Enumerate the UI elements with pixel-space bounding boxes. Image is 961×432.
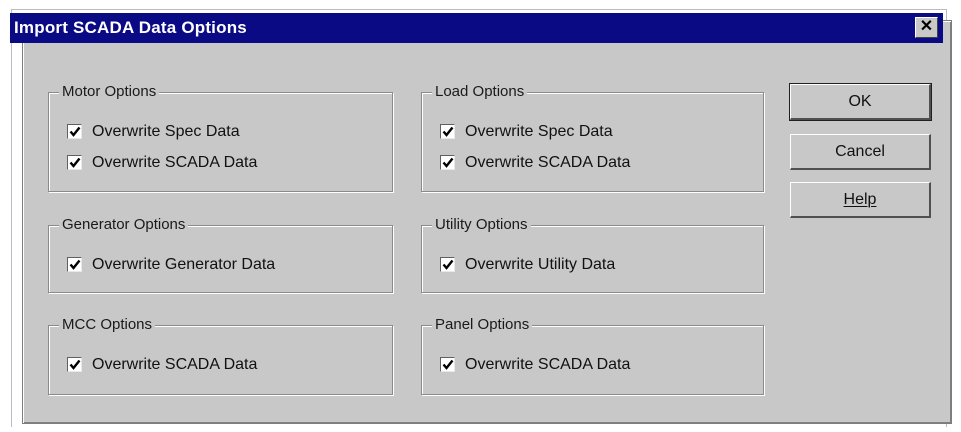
- checkbox-label: Overwrite SCADA Data: [465, 356, 631, 373]
- checkbox-label: Overwrite Generator Data: [92, 256, 276, 273]
- panel-options-label: Panel Options: [432, 315, 533, 335]
- checkbox-box[interactable]: [440, 357, 455, 372]
- window-title: Import SCADA Data Options: [14, 18, 247, 37]
- checkbox-label: Overwrite Spec Data: [92, 123, 240, 140]
- mcc-options-label: MCC Options: [59, 315, 156, 335]
- checkbox-box[interactable]: [67, 357, 82, 372]
- checkmark-icon: [442, 259, 454, 270]
- checkmark-icon: [69, 157, 81, 168]
- panel-options-group: Panel Options Overwrite SCADA Data: [421, 315, 764, 395]
- checkbox-box[interactable]: [67, 155, 82, 170]
- checkbox-label: Overwrite SCADA Data: [92, 154, 258, 171]
- checkmark-icon: [69, 259, 81, 270]
- close-icon: ✕: [919, 18, 934, 35]
- checkmark-icon: [69, 126, 81, 137]
- help-label: Help: [843, 191, 877, 208]
- utility-options-group: Utility Options Overwrite Utility Data: [421, 215, 764, 293]
- cancel-button[interactable]: Cancel: [790, 134, 931, 170]
- ok-label: OK: [848, 93, 872, 110]
- cancel-label: Cancel: [835, 143, 885, 160]
- checkmark-icon: [442, 359, 454, 370]
- utility-options-label: Utility Options: [432, 215, 531, 235]
- help-button[interactable]: Help: [790, 182, 931, 218]
- checkbox-box[interactable]: [440, 257, 455, 272]
- generator-options-group: Generator Options Overwrite Generator Da…: [48, 215, 393, 293]
- checkbox-box[interactable]: [67, 124, 82, 139]
- mcc-options-group: MCC Options Overwrite SCADA Data: [48, 315, 393, 395]
- checkbox-label: Overwrite SCADA Data: [92, 356, 258, 373]
- checkbox-label: Overwrite Spec Data: [465, 123, 613, 140]
- checkbox-box[interactable]: [440, 155, 455, 170]
- checkmark-icon: [442, 126, 454, 137]
- title-bar[interactable]: Import SCADA Data Options: [10, 13, 943, 43]
- close-button[interactable]: ✕: [915, 17, 938, 38]
- checkbox-box[interactable]: [67, 257, 82, 272]
- generator-options-label: Generator Options: [59, 215, 189, 235]
- checkbox-label: Overwrite Utility Data: [465, 256, 616, 273]
- load-options-label: Load Options: [432, 82, 528, 102]
- motor-options-label: Motor Options: [59, 82, 160, 102]
- checkmark-icon: [69, 359, 81, 370]
- checkbox-box[interactable]: [440, 124, 455, 139]
- checkbox-label: Overwrite SCADA Data: [465, 154, 631, 171]
- checkmark-icon: [442, 157, 454, 168]
- motor-options-group: Motor Options Overwrite Spec Data Overwr…: [48, 82, 393, 192]
- ok-button[interactable]: OK: [789, 83, 932, 121]
- load-options-group: Load Options Overwrite Spec Data Overwri…: [421, 82, 764, 192]
